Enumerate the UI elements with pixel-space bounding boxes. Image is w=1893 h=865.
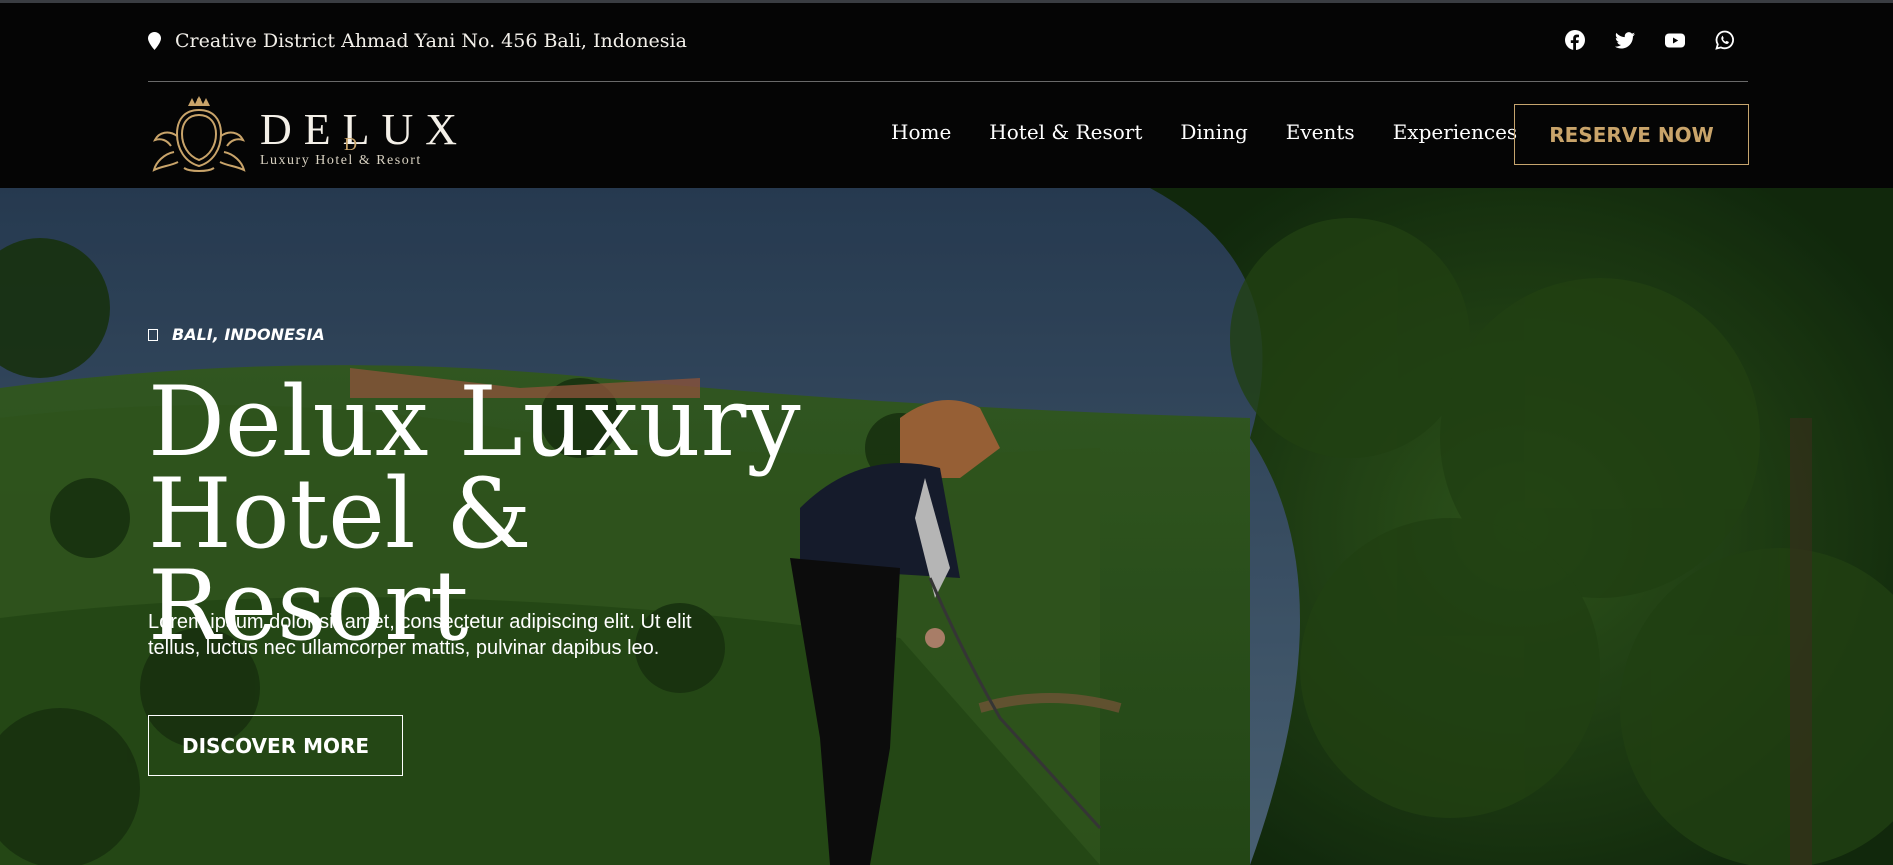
social-links xyxy=(1565,30,1735,50)
brand-name: DELUX xyxy=(260,104,470,154)
nav-item-events[interactable]: Events xyxy=(1286,120,1355,144)
top-info-bar: Creative District Ahmad Yani No. 456 Bal… xyxy=(0,3,1893,81)
discover-more-button[interactable]: DISCOVER MORE xyxy=(148,715,403,776)
brand-wordmark: DELUX Luxury Hotel & Resort xyxy=(260,104,470,169)
brand-tagline: Luxury Hotel & Resort xyxy=(260,152,422,168)
youtube-icon[interactable] xyxy=(1665,30,1685,50)
nav-menu: Home Hotel & Resort Dining Events Experi… xyxy=(891,120,1517,144)
address: Creative District Ahmad Yani No. 456 Bal… xyxy=(148,29,687,53)
emblem-letter: D xyxy=(344,134,357,154)
main-navbar: D DELUX Luxury Hotel & Resort Home Hotel… xyxy=(0,82,1893,188)
hero-section: BALI, INDONESIA Delux Luxury Hotel & Res… xyxy=(0,188,1893,865)
map-pin-icon xyxy=(148,32,161,50)
hero-location: BALI, INDONESIA xyxy=(148,325,325,344)
crest-emblem-icon: D xyxy=(148,96,357,180)
brand-logo[interactable]: D DELUX Luxury Hotel & Resort xyxy=(148,96,469,180)
hero-description-line-1: Lorem ipsum dolor sit amet, consectetur … xyxy=(148,611,692,633)
address-text: Creative District Ahmad Yani No. 456 Bal… xyxy=(175,30,687,52)
nav-item-home[interactable]: Home xyxy=(891,120,951,144)
reserve-now-button[interactable]: RESERVE NOW xyxy=(1514,104,1749,165)
location-icon xyxy=(148,328,158,341)
hero-description: Lorem ipsum dolor sit amet, consectetur … xyxy=(148,609,768,661)
nav-item-dining[interactable]: Dining xyxy=(1180,120,1247,144)
nav-item-experiences[interactable]: Experiences xyxy=(1393,120,1518,144)
whatsapp-icon[interactable] xyxy=(1715,30,1735,50)
nav-item-hotel-resort[interactable]: Hotel & Resort xyxy=(989,120,1142,144)
hero-title-line-1: Delux Luxury xyxy=(148,366,801,478)
twitter-icon[interactable] xyxy=(1615,30,1635,50)
hero-description-line-2: tellus, luctus nec ullamcorper mattis, p… xyxy=(148,637,660,659)
hero-location-text: BALI, INDONESIA xyxy=(172,325,325,344)
facebook-icon[interactable] xyxy=(1565,30,1585,50)
